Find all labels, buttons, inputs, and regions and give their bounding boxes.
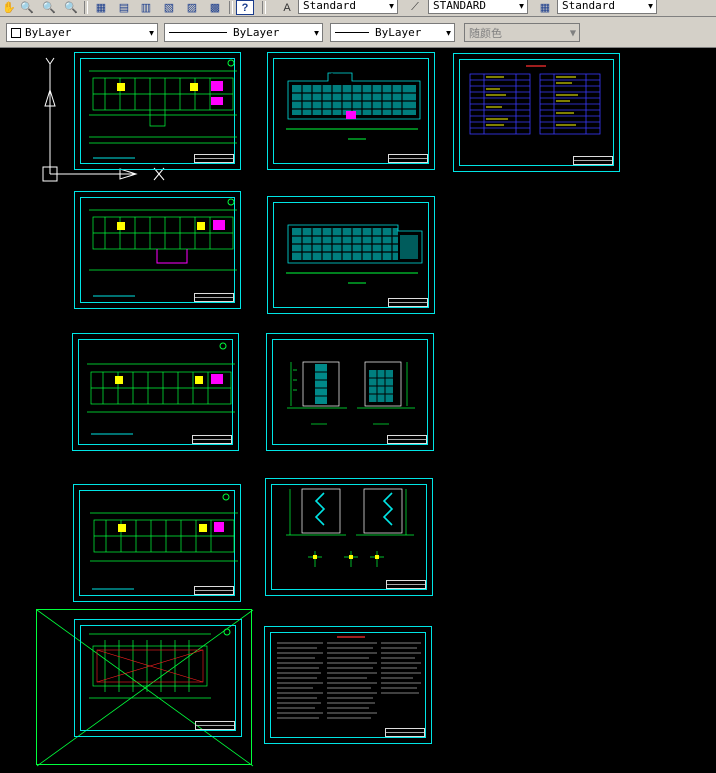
sheet-floor-plan-3[interactable] [72, 333, 239, 451]
title-block [573, 156, 613, 165]
color-value: ByLayer [25, 26, 72, 39]
properties-icon[interactable]: ▦ [92, 0, 110, 15]
sheet-rear-elevation[interactable] [267, 196, 435, 314]
sheet-roof-plan-selected[interactable] [36, 609, 254, 767]
text-style-value: Standard [303, 0, 356, 12]
sheet-floor-plan-4[interactable] [73, 484, 241, 602]
design-center-icon[interactable]: ▤ [115, 0, 133, 15]
pan-icon[interactable]: ✋ [0, 0, 18, 15]
linetype-combo[interactable]: ByLayer ▼ [164, 23, 323, 42]
title-block [195, 721, 235, 730]
lineweight-value: ByLayer [375, 26, 422, 39]
linetype-preview [169, 32, 227, 33]
plot-style-value: 随颜色 [469, 26, 502, 40]
text-style-icon[interactable]: A [278, 0, 296, 15]
title-block [194, 586, 234, 595]
dim-style-value: STANDARD [433, 0, 486, 12]
calculator-icon[interactable]: ▩ [206, 0, 224, 15]
model-space-canvas[interactable] [0, 48, 716, 773]
color-combo[interactable]: ByLayer ▼ [6, 23, 158, 42]
sheet-design-notes[interactable] [264, 626, 432, 744]
roof-plan-sheet [74, 619, 242, 737]
zoom-realtime-icon[interactable]: 🔍 [18, 0, 36, 15]
title-block [388, 154, 428, 163]
sheet-stair-sections[interactable] [265, 478, 433, 596]
standard-toolbar: ✋ 🔍 🔍 🔍 ▦ ▤ ▥ ▧ ▨ ▩ ? A Standard ▼ ⟋ STAN… [0, 0, 716, 17]
title-block [387, 435, 427, 444]
help-icon[interactable]: ? [236, 0, 254, 15]
chevron-down-icon: ▼ [314, 28, 319, 37]
text-style-combo[interactable]: Standard ▼ [298, 0, 398, 14]
chevron-down-icon: ▼ [389, 1, 394, 10]
dim-style-icon[interactable]: ⟋ [406, 0, 424, 15]
lineweight-combo[interactable]: ByLayer ▼ [330, 23, 455, 42]
zoom-previous-icon[interactable]: 🔍 [62, 0, 80, 15]
title-block [194, 154, 234, 163]
title-block [194, 293, 234, 302]
chevron-down-icon: ▼ [446, 28, 451, 37]
table-style-combo[interactable]: Standard ▼ [557, 0, 657, 14]
sheet-side-elevations[interactable] [266, 333, 434, 451]
markup-icon[interactable]: ▨ [183, 0, 201, 15]
table-style-value: Standard [562, 0, 615, 12]
toolbar-separator [84, 1, 88, 14]
linetype-value: ByLayer [233, 26, 280, 39]
dim-style-combo[interactable]: STANDARD ▼ [428, 0, 528, 14]
chevron-down-icon: ▼ [519, 1, 524, 10]
sheet-front-elevation[interactable] [267, 52, 435, 170]
toolbar-separator [229, 1, 233, 14]
properties-toolbar: ByLayer ▼ ByLayer ▼ ByLayer ▼ 随颜色 ▼ [0, 17, 716, 48]
chevron-down-icon: ▼ [569, 28, 576, 37]
title-block [386, 580, 426, 589]
sheet-floor-plan-2[interactable] [74, 191, 241, 309]
sheet-floor-plan-1[interactable] [74, 52, 241, 170]
lineweight-preview [335, 32, 369, 33]
title-block [388, 298, 428, 307]
title-block [385, 728, 425, 737]
sheet-set-icon[interactable]: ▧ [160, 0, 178, 15]
chevron-down-icon: ▼ [648, 1, 653, 10]
title-block [192, 435, 232, 444]
table-style-icon[interactable]: ▦ [536, 0, 554, 15]
tool-palettes-icon[interactable]: ▥ [137, 0, 155, 15]
color-swatch [11, 27, 21, 38]
sheet-drawing-index[interactable] [453, 53, 620, 172]
toolbar-separator [262, 1, 266, 14]
chevron-down-icon: ▼ [149, 28, 154, 37]
plot-style-combo: 随颜色 ▼ [464, 23, 580, 42]
zoom-window-icon[interactable]: 🔍 [40, 0, 58, 15]
